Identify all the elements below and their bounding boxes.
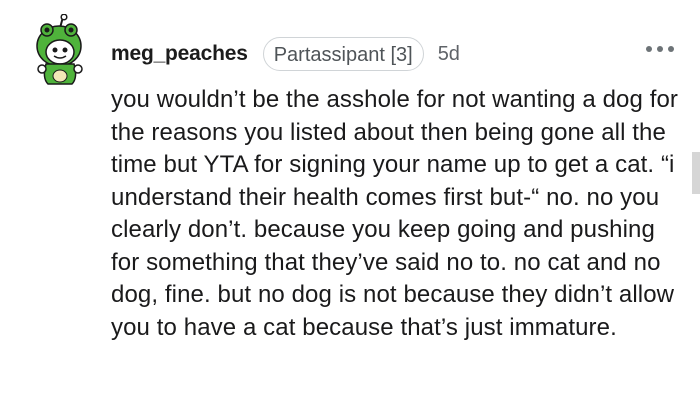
dot <box>668 46 674 52</box>
scrollbar-thumb[interactable] <box>692 152 700 194</box>
more-options-icon[interactable] <box>646 44 674 54</box>
comment-timestamp[interactable]: 5d <box>438 43 460 66</box>
author-username[interactable]: meg_peaches <box>111 42 248 66</box>
user-flair-badge: Partassipant [3] <box>262 37 424 71</box>
snoo-avatar-icon <box>36 13 83 85</box>
comment-header: meg_peaches Partassipant [3] 5d <box>111 34 460 74</box>
dot <box>657 46 663 52</box>
user-avatar[interactable] <box>32 13 88 86</box>
comment-body-text: you wouldn’t be the asshole for not want… <box>111 86 679 341</box>
dot <box>646 46 652 52</box>
